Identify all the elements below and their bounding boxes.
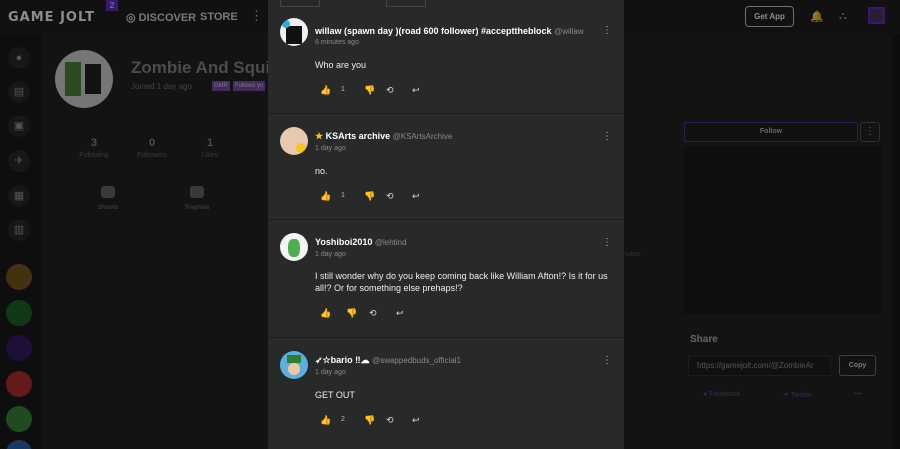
comment-item: willaw (spawn day )(road 600 follower) #… bbox=[268, 8, 624, 114]
comment-menu-button[interactable]: ⋮ bbox=[602, 355, 612, 366]
comment-time: 6 minutes ago bbox=[315, 39, 359, 46]
commenter-avatar[interactable] bbox=[280, 127, 308, 155]
thumbs-down-icon[interactable]: 👎 bbox=[346, 308, 357, 319]
comment-handle: @lehtind bbox=[374, 238, 407, 247]
star-icon: ★ bbox=[315, 131, 324, 141]
comment-item: ★ KSArts archive @KSArtsArchive 1 day ag… bbox=[268, 114, 624, 220]
like-count: 1 bbox=[341, 192, 345, 199]
reply-icon[interactable]: ↩ bbox=[412, 415, 420, 426]
sticker-icon[interactable]: ⟲ bbox=[386, 191, 394, 202]
commenter-avatar[interactable] bbox=[280, 351, 308, 379]
thumbs-up-icon[interactable]: 👍 bbox=[320, 415, 331, 426]
sticker-icon[interactable]: ⟲ bbox=[386, 85, 394, 96]
thumbs-up-icon[interactable]: 👍 bbox=[320, 191, 331, 202]
comment-handle: @willaw bbox=[554, 27, 584, 36]
thumbs-up-icon[interactable]: 👍 bbox=[320, 85, 331, 96]
comment-author[interactable]: willaw (spawn day )(road 600 follower) #… bbox=[315, 26, 584, 36]
comment-handle: @KSArtsArchive bbox=[392, 132, 453, 141]
modal-tab-2[interactable] bbox=[386, 0, 426, 7]
comment-author[interactable]: ★ KSArts archive @KSArtsArchive bbox=[315, 131, 452, 142]
comment-menu-button[interactable]: ⋮ bbox=[602, 25, 612, 36]
comment-item: Yoshiboi2010 @lehtind 1 day ago ⋮ I stil… bbox=[268, 220, 624, 338]
commenter-avatar[interactable] bbox=[280, 233, 308, 261]
comment-handle: @swappedbuds_official1 bbox=[372, 356, 461, 365]
comment-author[interactable]: Yoshiboi2010 @lehtind bbox=[315, 237, 407, 247]
comment-body: no. bbox=[315, 166, 328, 176]
thumbs-down-icon[interactable]: 👎 bbox=[364, 191, 375, 202]
modal-tab-1[interactable] bbox=[280, 0, 320, 7]
reply-icon[interactable]: ↩ bbox=[412, 191, 420, 202]
commenter-avatar[interactable] bbox=[280, 18, 308, 46]
comment-menu-button[interactable]: ⋮ bbox=[602, 237, 612, 248]
comment-menu-button[interactable]: ⋮ bbox=[602, 131, 612, 142]
comment-item: ➶☆bario ‼☁ @swappedbuds_official1 1 day … bbox=[268, 338, 624, 449]
sticker-icon[interactable]: ⟲ bbox=[369, 308, 377, 319]
comment-body: I still wonder why do you keep coming ba… bbox=[315, 271, 608, 293]
comment-body: Who are you bbox=[315, 60, 367, 70]
sticker-icon[interactable]: ⟲ bbox=[386, 415, 394, 426]
comment-time: 1 day ago bbox=[315, 251, 346, 258]
comments-modal: willaw (spawn day )(road 600 follower) #… bbox=[268, 0, 624, 449]
comment-time: 1 day ago bbox=[315, 369, 346, 376]
like-count: 1 bbox=[341, 86, 345, 93]
thumbs-up-icon[interactable]: 👍 bbox=[320, 308, 331, 319]
comment-body: GET OUT bbox=[315, 390, 355, 400]
reply-icon[interactable]: ↩ bbox=[412, 85, 420, 96]
like-count: 2 bbox=[341, 416, 345, 423]
modal-tabs bbox=[268, 0, 624, 7]
thumbs-down-icon[interactable]: 👎 bbox=[364, 415, 375, 426]
comment-author[interactable]: ➶☆bario ‼☁ @swappedbuds_official1 bbox=[315, 355, 461, 366]
reply-icon[interactable]: ↩ bbox=[396, 308, 404, 319]
comment-time: 1 day ago bbox=[315, 145, 346, 152]
thumbs-down-icon[interactable]: 👎 bbox=[364, 85, 375, 96]
